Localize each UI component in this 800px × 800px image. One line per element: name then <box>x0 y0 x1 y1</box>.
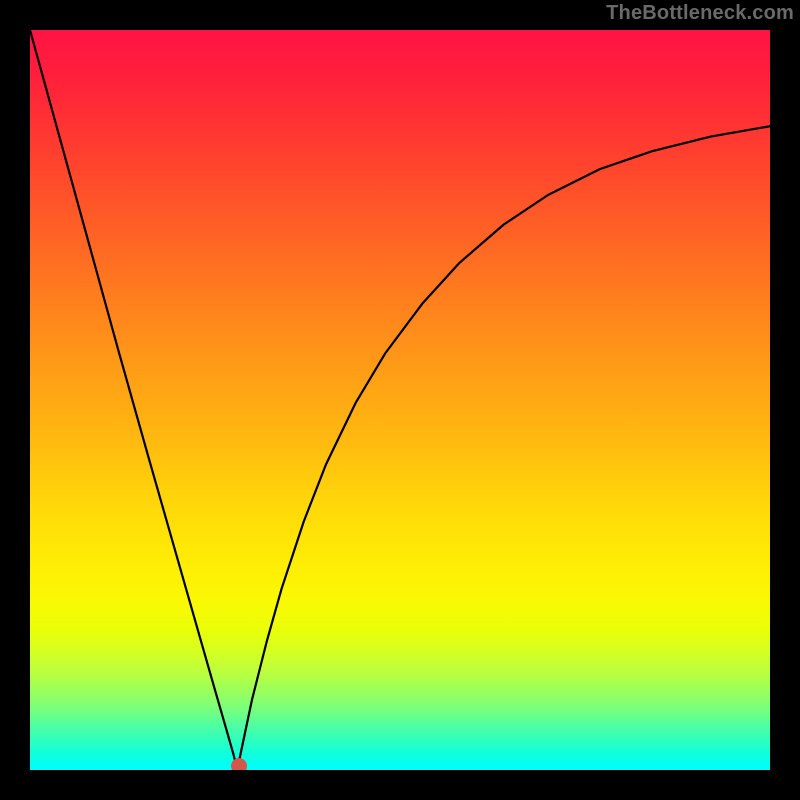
curve-svg <box>30 30 770 770</box>
bottleneck-curve-path <box>30 30 770 770</box>
plot-area <box>30 30 770 770</box>
minimum-marker <box>231 758 247 770</box>
chart-frame: TheBottleneck.com <box>0 0 800 800</box>
watermark-label: TheBottleneck.com <box>606 2 794 25</box>
